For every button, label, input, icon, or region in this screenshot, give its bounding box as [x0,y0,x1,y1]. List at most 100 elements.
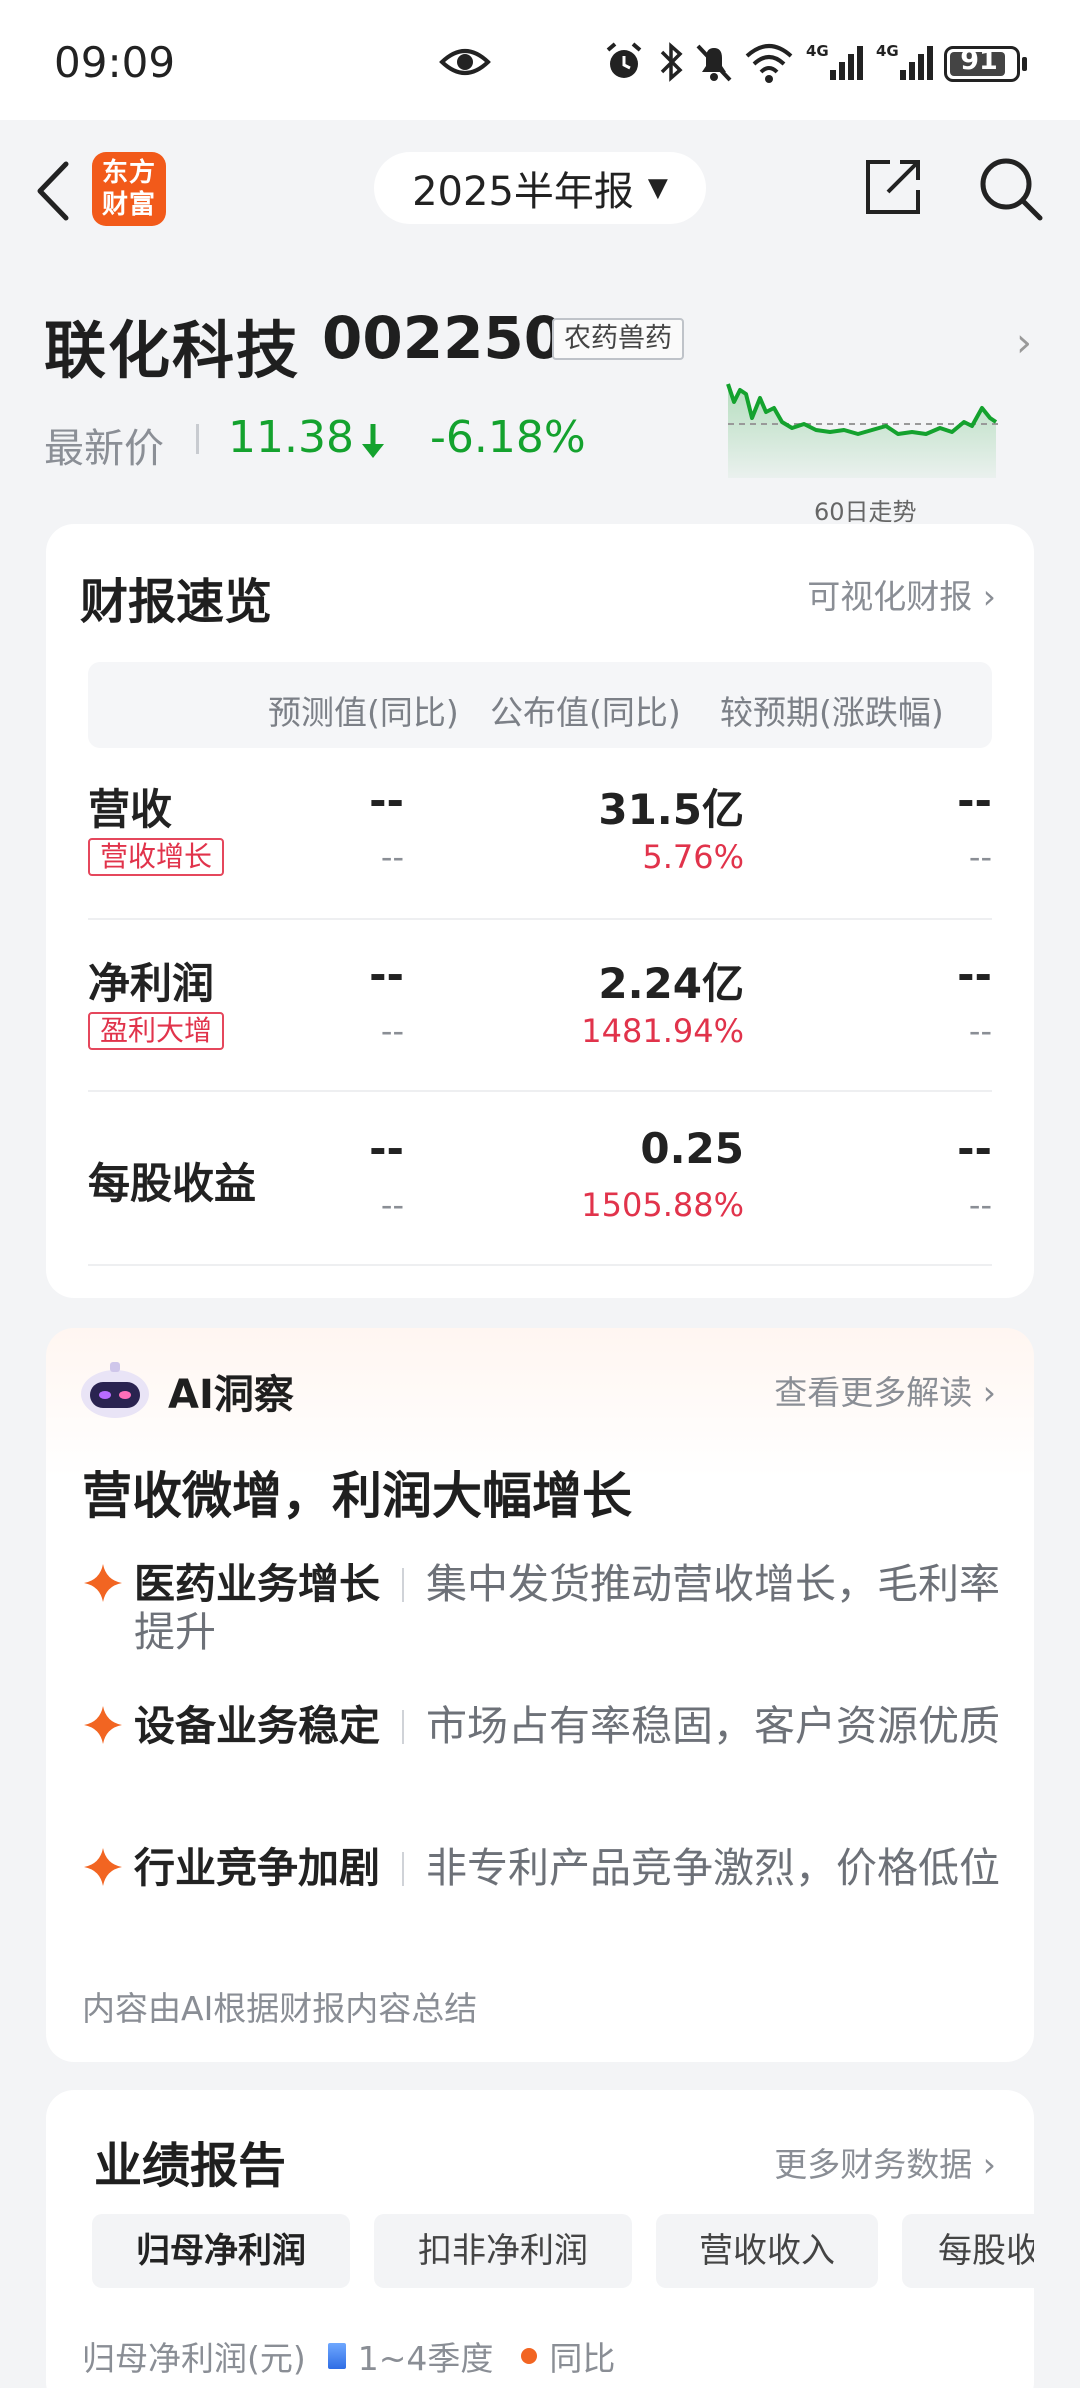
sparkle-icon [84,1564,122,1602]
actual-value: 31.5亿 [598,785,744,834]
nav-bar: 东方 财富 2025半年报 ▼ [0,120,1080,260]
divider [196,424,199,454]
row-tag: 盈利大增 [88,1012,225,1050]
share-button[interactable] [860,154,926,220]
financial-summary-card: 财报速览 可视化财报 › 预测值(同比) 公布值(同比) 较预期(涨跌幅) 营收… [46,524,1034,1298]
chevron-right-icon: › [982,577,996,616]
vs-forecast-value: -- [957,1124,992,1173]
search-button[interactable] [976,154,1046,224]
legend-series-quarters: 1~4季度 [357,2339,494,2378]
tab-net-profit[interactable]: 归母净利润 [92,2214,350,2288]
divider [402,1852,404,1886]
signal-4g-icon-2: 4G [876,42,933,80]
stock-name[interactable]: 联化科技 [44,300,300,390]
insight-item: 行业竞争加剧 非专利产品竞争激烈，价格低位 [82,1844,1002,1892]
row-name: 净利润 [88,959,215,1008]
row-name: 每股收益 [88,1159,257,1208]
latest-price: 11.38 [228,412,354,463]
forecast-value: -- [369,950,404,999]
actual-yoy: 1505.88% [581,1186,744,1224]
more-financial-data-link[interactable]: 更多财务数据 › [774,2138,996,2186]
actual-value: 2.24亿 [598,959,744,1008]
vs-forecast-value: -- [957,950,992,999]
vs-forecast-value: -- [957,776,992,825]
wifi-icon [745,44,793,83]
line-legend-swatch [521,2348,538,2364]
row-name: 营收 [88,785,173,834]
status-bar: 09:09 4G 4G 91 [0,0,1080,120]
stock-code: 002250 [322,304,565,372]
report-period-label: 2025半年报 [412,169,634,215]
actual-yoy: 1481.94% [581,1012,744,1050]
latest-price-label: 最新价 [44,426,164,472]
divider [402,1710,404,1744]
summary-title: 财报速览 [80,574,273,630]
signal-4g-icon: 4G [806,42,863,80]
chevron-down-icon: ▼ [647,173,668,203]
more-analysis-link[interactable]: 查看更多解读 › [774,1366,996,1414]
battery-icon: 91 [944,45,1027,82]
legend-label: 归母净利润(元) [82,2339,306,2378]
industry-tag: 农药兽药 [552,318,684,360]
bar-legend-swatch [327,2343,346,2369]
logo-text: 东方 财富 [101,158,156,220]
bluetooth-icon [660,42,683,82]
col-vs-forecast: 较预期(涨跌幅) [720,693,944,732]
tab-deducted-net-profit[interactable]: 扣非净利润 [374,2214,632,2288]
svg-text:4G: 4G [806,42,829,60]
forecast-yoy: -- [380,838,404,876]
table-row[interactable]: 净利润 盈利大增 -- -- 2.24亿 1481.94% -- -- [88,950,992,1100]
ai-insight-card: AI洞察 查看更多解读 › 营收微增，利润大幅增长 医药业务增长 集中发货推动营收… [46,1328,1034,2062]
forecast-yoy: -- [380,1186,404,1224]
table-row[interactable]: 营收 营收增长 -- -- 31.5亿 5.76% -- -- [88,776,992,926]
app-logo: 东方 财富 [92,152,166,226]
col-actual: 公布值(同比) [490,693,681,732]
insight-item: 医药业务增长 集中发货推动营收增长，毛利率提升 [82,1560,1002,1656]
visual-report-link-label: 可视化财报 [807,577,973,616]
table-header: 预测值(同比) 公布值(同比) 较预期(涨跌幅) [88,662,992,748]
tab-eps[interactable]: 每股收益 [902,2214,1034,2288]
forecast-value: -- [369,1124,404,1173]
row-divider [88,918,992,920]
more-analysis-label: 查看更多解读 [774,1373,973,1412]
report-period-dropdown[interactable]: 2025半年报 ▼ [374,152,706,224]
vs-forecast-sub: -- [968,1012,992,1050]
ai-title: AI洞察 [168,1372,294,1418]
visual-report-link[interactable]: 可视化财报 › [807,570,996,618]
ai-robot-icon [81,1362,149,1418]
forecast-yoy: -- [380,1012,404,1050]
actual-yoy: 5.76% [642,838,744,876]
vs-forecast-sub: -- [968,1186,992,1224]
arrow-down-icon [362,424,384,458]
insight-key: 设备业务稳定 [134,1702,380,1750]
mute-bell-icon [696,44,732,82]
more-financial-data-label: 更多财务数据 [774,2145,973,2184]
vs-forecast-sub: -- [968,838,992,876]
trend-sparkline[interactable] [726,378,1004,482]
status-time: 09:09 [54,38,176,87]
trend-label: 60日走势 [814,498,917,526]
back-button[interactable] [30,156,80,226]
ai-footnote: 内容由AI根据财报内容总结 [82,1989,478,2028]
ai-headline: 营收微增，利润大幅增长 [82,1467,632,1525]
battery-level: 91 [960,45,998,76]
insight-key: 医药业务增长 [134,1560,380,1608]
col-forecast: 预测值(同比) [268,693,459,732]
svg-text:4G: 4G [876,42,899,60]
insight-item: 设备业务稳定 市场占有率稳固，客户资源优质 [82,1702,1002,1750]
insight-desc: 非专利产品竞争激烈，价格低位 [426,1844,1000,1892]
table-row[interactable]: 每股收益 -- -- 0.25 1505.88% -- -- [88,1124,992,1274]
alarm-icon [606,42,642,78]
insight-desc: 市场占有率稳固，客户资源优质 [426,1702,1000,1750]
divider [402,1568,404,1602]
chevron-right-icon: › [982,2145,996,2184]
legend-series-yoy: 同比 [549,2339,616,2378]
sparkle-icon [84,1848,122,1886]
chevron-right-icon: › [982,1373,996,1412]
chevron-right-icon[interactable]: › [1016,320,1032,366]
performance-title: 业绩报告 [94,2138,287,2194]
actual-value: 0.25 [640,1124,744,1173]
tab-revenue[interactable]: 营收收入 [656,2214,878,2288]
row-divider [88,1264,992,1266]
performance-report-card: 业绩报告 更多财务数据 › 归母净利润 扣非净利润 营收收入 每股收益 归母净利… [46,2090,1034,2388]
